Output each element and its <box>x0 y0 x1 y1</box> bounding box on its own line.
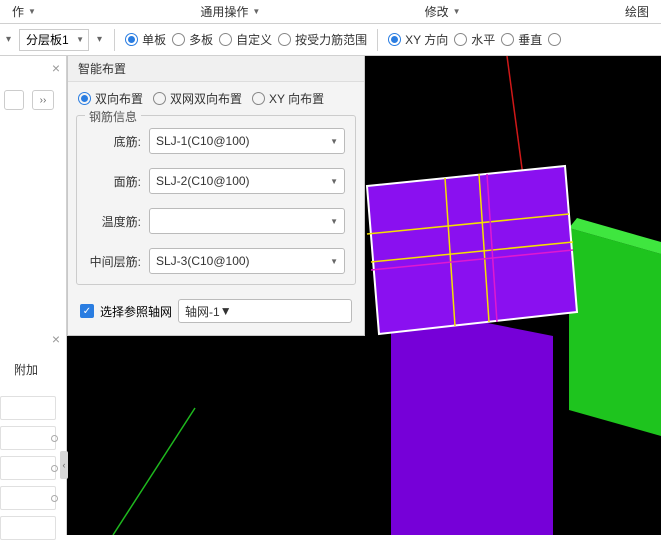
chevron-down-icon: ▼ <box>220 304 232 318</box>
close-icon[interactable]: × <box>52 60 60 76</box>
list-item[interactable] <box>0 396 56 420</box>
axis-select[interactable]: 轴网-1▼ <box>178 299 352 323</box>
radio-single-board[interactable]: 单板 <box>125 31 166 48</box>
separator <box>114 29 115 51</box>
radio-extra[interactable] <box>548 33 561 46</box>
viewport-3d[interactable]: 智能布置 双向布置 双网双向布置 XY 向布置 钢筋信息 底筋: SLJ-1(C… <box>67 56 661 535</box>
panel-title: 智能布置 <box>68 56 364 82</box>
tab-draw[interactable]: 绘图 <box>613 0 661 23</box>
layer-select[interactable]: 分层板1▼ <box>19 29 89 51</box>
radio-multi-board[interactable]: 多板 <box>172 31 213 48</box>
bottom-rebar-select[interactable]: SLJ-1(C10@100)▼ <box>149 128 345 154</box>
left-tab-box[interactable] <box>4 90 24 110</box>
radio-custom-board[interactable]: 自定义 <box>219 31 272 48</box>
radio-force-range[interactable]: 按受力筋范围 <box>278 31 367 48</box>
top-rebar-select[interactable]: SLJ-2(C10@100)▼ <box>149 168 345 194</box>
mid-rebar-label: 中间层筋: <box>87 253 149 270</box>
list-item[interactable] <box>0 426 56 450</box>
axis-label: 选择参照轴网 <box>100 303 172 320</box>
chevron-down-icon: ▼ <box>252 7 260 16</box>
chevron-down-icon[interactable]: ▾ <box>95 34 104 45</box>
mid-rebar-select[interactable]: SLJ-3(C10@100)▼ <box>149 248 345 274</box>
toolbar: ▾ 分层板1▼ ▾ 单板 多板 自定义 按受力筋范围 XY 方向 水平 垂直 <box>0 24 661 56</box>
top-tabs: 作▼ 通用操作▼ 修改▼ 绘图 <box>0 0 661 24</box>
separator <box>377 29 378 51</box>
axis-checkbox[interactable]: ✓ <box>80 304 94 318</box>
radio-dot-icon <box>51 435 58 442</box>
smart-layout-panel: 智能布置 双向布置 双网双向布置 XY 向布置 钢筋信息 底筋: SLJ-1(C… <box>67 56 365 336</box>
bottom-rebar-label: 底筋: <box>87 133 149 150</box>
left-list <box>0 396 56 546</box>
rebar-fieldset: 钢筋信息 底筋: SLJ-1(C10@100)▼ 面筋: SLJ-2(C10@1… <box>76 115 356 285</box>
tab-general[interactable]: 通用操作▼ <box>188 0 272 23</box>
radio-xy-direction[interactable]: XY 方向 <box>388 31 448 48</box>
radio-bidirectional[interactable]: 双向布置 <box>78 90 143 107</box>
chevron-down-icon: ▼ <box>28 7 36 16</box>
close-icon[interactable]: × <box>52 331 60 347</box>
chevron-down-icon[interactable]: ▾ <box>4 34 13 45</box>
chevron-down-icon: ▼ <box>76 35 84 44</box>
radio-xy-layout[interactable]: XY 向布置 <box>252 90 324 107</box>
list-item[interactable] <box>0 516 56 540</box>
chevron-down-icon: ▼ <box>330 137 338 146</box>
chevron-down-icon: ▼ <box>330 217 338 226</box>
collapse-handle[interactable]: ‹ <box>60 451 68 479</box>
tab-op[interactable]: 作▼ <box>0 0 48 23</box>
radio-dot-icon <box>51 495 58 502</box>
tab-modify[interactable]: 修改▼ <box>413 0 473 23</box>
left-panel: × ›› × 附加 ‹ <box>0 56 67 535</box>
temp-rebar-select[interactable]: ▼ <box>149 208 345 234</box>
radio-dot-icon <box>51 465 58 472</box>
chevron-down-icon: ▼ <box>330 257 338 266</box>
chevron-down-icon: ▼ <box>453 7 461 16</box>
radio-double-net[interactable]: 双网双向布置 <box>153 90 242 107</box>
temp-rebar-label: 温度筋: <box>87 213 149 230</box>
radio-horizontal[interactable]: 水平 <box>454 31 495 48</box>
chevron-down-icon: ▼ <box>330 177 338 186</box>
list-item[interactable] <box>0 486 56 510</box>
expand-icon[interactable]: ›› <box>32 90 54 110</box>
list-item[interactable] <box>0 456 56 480</box>
top-rebar-label: 面筋: <box>87 173 149 190</box>
radio-vertical[interactable]: 垂直 <box>501 31 542 48</box>
append-label: 附加 <box>14 361 38 378</box>
fieldset-legend: 钢筋信息 <box>85 108 141 125</box>
